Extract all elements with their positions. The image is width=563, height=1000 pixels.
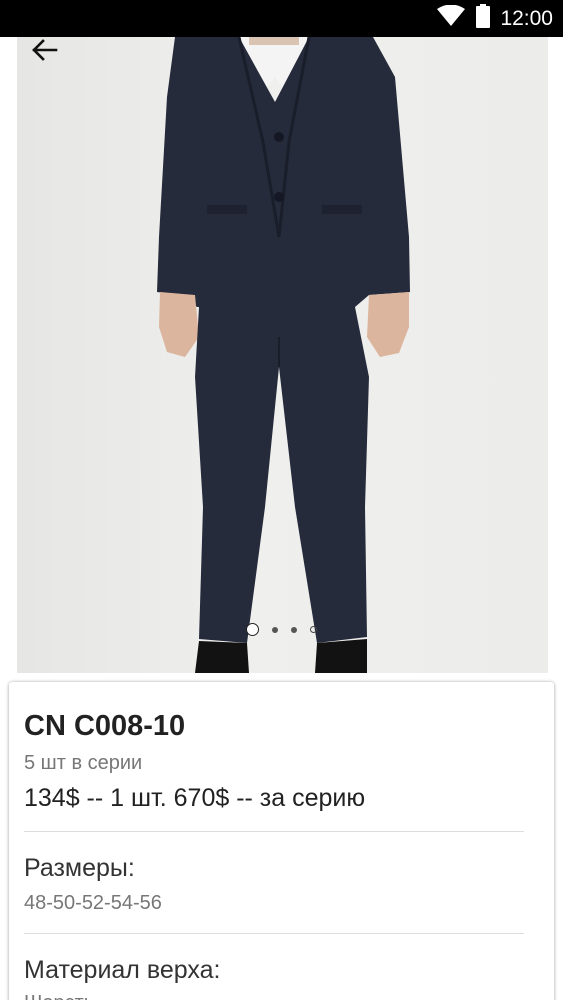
page-indicator-3[interactable]	[291, 626, 297, 633]
material-label: Материал верха:	[24, 956, 221, 984]
page-indicator-4[interactable]	[310, 626, 317, 633]
wifi-icon	[436, 4, 466, 32]
price-info: 134$ -- 1 шт. 670$ -- за серию	[24, 784, 366, 812]
battery-icon	[476, 4, 491, 33]
product-title: CN C008-10	[24, 710, 186, 742]
sizes-label: Размеры:	[24, 854, 135, 882]
status-bar: 12:00	[0, 0, 563, 37]
product-details-card: CN C008-10 5 шт в серии 134$ -- 1 шт. 67…	[9, 682, 554, 1000]
page-indicator-2[interactable]	[272, 626, 278, 633]
material-value: Шерсть	[24, 992, 94, 1000]
pack-info: 5 шт в серии	[24, 752, 143, 774]
sizes-value: 48-50-52-54-56	[24, 892, 162, 914]
product-gallery[interactable]	[0, 37, 563, 680]
suit-photo[interactable]	[17, 37, 548, 673]
divider	[24, 831, 524, 832]
arrow-left-icon	[30, 38, 58, 67]
page-indicator-1[interactable]	[246, 623, 259, 636]
status-icons: 12:00	[436, 0, 553, 37]
divider	[24, 933, 524, 934]
status-time: 12:00	[500, 6, 553, 30]
gallery-pager[interactable]	[0, 623, 563, 636]
back-button[interactable]	[24, 37, 64, 67]
product-screen: 12:00 CN C008-10 5 шт в серии 134$ -- 1 …	[0, 0, 563, 1000]
